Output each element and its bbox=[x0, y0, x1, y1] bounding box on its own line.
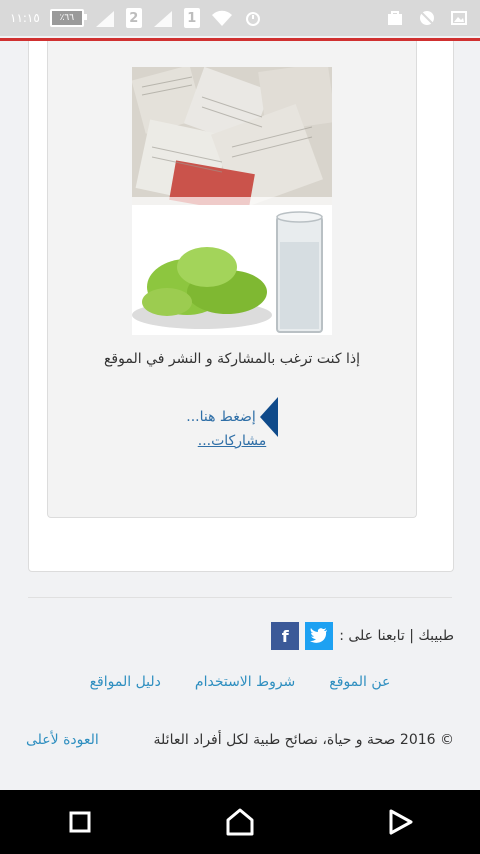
square-icon bbox=[69, 811, 91, 833]
home-icon bbox=[226, 808, 254, 836]
facebook-icon[interactable]: f bbox=[271, 622, 300, 650]
bag-icon bbox=[388, 11, 402, 25]
back-to-top-link[interactable]: العودة لأعلى bbox=[26, 732, 99, 748]
directory-link[interactable]: دليل المواقع bbox=[90, 674, 161, 690]
click-here-link[interactable]: إضغط هنا... bbox=[186, 409, 256, 425]
copyright-text: © 2016 صحة و حياة، نصائح طبية لكل أفراد … bbox=[153, 732, 454, 748]
copyright-row: © 2016 صحة و حياة، نصائح طبية لكل أفراد … bbox=[26, 732, 454, 748]
android-nav-bar bbox=[0, 790, 480, 854]
follow-label: طبيبك | تابعنا على : bbox=[339, 628, 454, 644]
home-button[interactable] bbox=[220, 802, 260, 842]
status-bar: ١١:١٥ ٪٦٦ 2 1 bbox=[0, 0, 480, 36]
triangle-icon bbox=[389, 809, 413, 835]
alarm-icon bbox=[245, 12, 260, 26]
image-icon bbox=[451, 11, 467, 25]
sim-icon: 2 bbox=[125, 8, 142, 28]
follow-row: طبيبك | تابعنا على : f bbox=[271, 622, 454, 650]
terms-link[interactable]: شروط الاستخدام bbox=[195, 674, 295, 690]
battery-level: ٪٦٦ bbox=[59, 13, 75, 23]
wifi-icon bbox=[211, 10, 232, 26]
promo-text: إذا كنت ترغب بالمشاركة و النشر في الموقع bbox=[103, 351, 361, 367]
arrow-left-icon bbox=[259, 397, 278, 437]
signal-icon bbox=[95, 11, 114, 27]
twitter-icon[interactable] bbox=[305, 622, 334, 650]
about-link[interactable]: عن الموقع bbox=[329, 674, 390, 690]
recents-button[interactable] bbox=[60, 802, 100, 842]
blocked-icon bbox=[420, 11, 434, 25]
footer-divider bbox=[28, 597, 452, 598]
click-here-row[interactable]: إضغط هنا... bbox=[48, 397, 416, 437]
promo-box: إذا كنت ترغب بالمشاركة و النشر في الموقع… bbox=[47, 41, 417, 518]
sim-icon: 1 bbox=[183, 8, 200, 28]
back-button[interactable] bbox=[380, 802, 420, 842]
battery-icon: ٪٦٦ bbox=[49, 9, 87, 27]
footer-links: عن الموقع شروط الاستخدام دليل المواقع bbox=[0, 674, 480, 690]
posts-link[interactable]: مشاركات... bbox=[48, 433, 416, 449]
signal-icon bbox=[153, 11, 172, 27]
promo-image bbox=[132, 67, 332, 335]
content-card: إذا كنت ترغب بالمشاركة و النشر في الموقع… bbox=[28, 41, 454, 572]
clock: ١١:١٥ bbox=[10, 11, 40, 25]
